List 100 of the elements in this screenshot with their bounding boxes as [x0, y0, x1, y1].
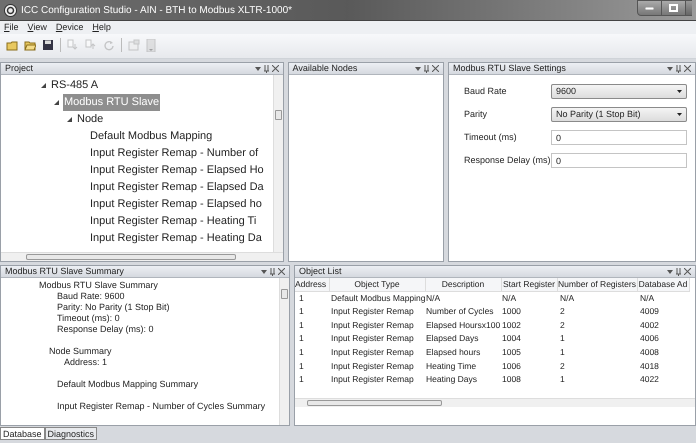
upload-icon: [85, 38, 97, 52]
tree-item[interactable]: Input Register Remap - Number of: [89, 145, 260, 162]
panel-title: Available Nodes: [292, 62, 358, 75]
table-cell-text: 1006: [501, 360, 522, 373]
table-cell-text: Input Register Remap: [330, 318, 415, 332]
table-cell-text: 1: [298, 346, 305, 360]
table-cell-text: 1008: [501, 373, 522, 386]
table-cell-text: 1004: [501, 332, 522, 346]
dropdown[interactable]: 9600: [551, 84, 687, 99]
scroll-thumb[interactable]: [307, 400, 442, 406]
window-title: ICC Configuration Studio - AIN - BTH to Modbus XLTR-1000*: [21, 4, 292, 18]
pin-icon[interactable]: [424, 64, 429, 72]
pin-icon[interactable]: [264, 64, 269, 72]
table-cell-text: 1: [559, 332, 566, 346]
table-cell-text: 4018: [639, 360, 660, 373]
table-cell-text: 1: [298, 360, 305, 373]
table-cell-text: 4009: [639, 305, 660, 318]
tab[interactable]: Diagnostics: [44, 427, 98, 440]
table-cell: Default Modbus Mapping: [329, 291, 425, 305]
tree-item[interactable]: Input Register Remap - Elapsed ho: [89, 196, 263, 213]
tree-item[interactable]: Input Register Remap - Heating Da: [89, 230, 263, 247]
scroll-thumb[interactable]: [281, 289, 288, 299]
new-folder-icon: [6, 38, 18, 52]
input-field[interactable]: 0: [551, 153, 687, 168]
app-logo-icon: [4, 4, 17, 16]
column-header[interactable]: Address: [295, 278, 329, 292]
summary-line: Input Register Remap - Number of Cycles Summary: [56, 401, 266, 412]
maximize-button[interactable]: [662, 0, 686, 16]
input-field[interactable]: 0: [551, 130, 687, 145]
refresh-icon: [103, 38, 115, 52]
table-cell: N/A: [637, 291, 689, 305]
table-cell-text: 1: [559, 346, 566, 360]
table-cell-text: Number of Cycles: [425, 305, 495, 318]
column-header[interactable]: Description: [425, 278, 501, 292]
close-icon[interactable]: [432, 65, 439, 72]
vertical-scrollbar[interactable]: [279, 278, 289, 425]
table-cell: 1: [295, 291, 329, 305]
table-cell: N/A: [557, 291, 637, 305]
save-icon: [42, 38, 54, 52]
column-header[interactable]: Object Type: [329, 278, 425, 292]
table-cell-text: Heating Time: [425, 360, 478, 373]
summary-line: Address: 1: [64, 357, 108, 368]
expanded-arrow-icon[interactable]: [41, 83, 46, 88]
scroll-thumb[interactable]: [26, 254, 236, 260]
table-cell-text: 1000: [501, 305, 522, 318]
summary-line: Modbus RTU Slave Summary: [38, 280, 159, 291]
table-cell-text: 1002: [501, 318, 522, 332]
menu-item[interactable]: Device: [56, 20, 84, 34]
open-folder-icon: [24, 38, 36, 52]
pin-icon[interactable]: [676, 64, 681, 72]
table-cell-text: 1005: [501, 346, 522, 360]
expanded-arrow-icon[interactable]: [67, 117, 72, 122]
toolbar-button[interactable]: [40, 37, 56, 53]
table-cell-text: 4022: [639, 373, 660, 386]
summary-line: Parity: No Parity (1 Stop Bit): [57, 302, 171, 313]
summary-line: Timeout (ms): 0: [57, 313, 121, 324]
dropdown-arrow-icon[interactable]: [261, 270, 267, 274]
expanded-arrow-icon[interactable]: [54, 100, 59, 105]
scroll-thumb[interactable]: [274, 110, 282, 120]
tab[interactable]: Database: [0, 427, 45, 440]
table-cell-text: 4008: [639, 346, 660, 360]
dropdown-arrow-icon[interactable]: [254, 66, 261, 70]
table-cell: N/A: [425, 291, 501, 305]
dropdown-arrow-icon[interactable]: [415, 66, 421, 70]
close-icon[interactable]: [278, 268, 285, 275]
dropdown-arrow-icon: [677, 113, 682, 116]
dropdown-arrow-icon[interactable]: [667, 66, 673, 70]
column-header[interactable]: Database Ad: [637, 278, 689, 292]
table-cell-text: Elapsed hours: [425, 346, 482, 360]
maximize-icon: [669, 4, 678, 12]
minimize-icon: [645, 6, 654, 10]
tree-item[interactable]: Default Modbus Mapping: [89, 128, 214, 145]
download-icon: [67, 38, 79, 52]
tree-item[interactable]: Node: [76, 111, 104, 128]
field-label: Response Delay (ms): [464, 154, 551, 167]
minimize-button[interactable]: [637, 0, 662, 16]
tree-item[interactable]: Input Register Remap - Elapsed Ho: [89, 162, 265, 179]
panel-title: Modbus RTU Slave Summary: [5, 264, 125, 278]
pin-icon[interactable]: [270, 268, 275, 276]
close-icon[interactable]: [684, 268, 691, 275]
menu-item[interactable]: View: [28, 20, 47, 34]
pin-icon[interactable]: [676, 268, 681, 276]
column-header[interactable]: Start Register: [501, 278, 557, 292]
horizontal-scrollbar[interactable]: [295, 398, 695, 407]
vertical-scrollbar[interactable]: [272, 75, 283, 252]
close-icon[interactable]: [272, 65, 279, 72]
dropdown-arrow-icon[interactable]: [667, 270, 673, 274]
menu-item[interactable]: File: [4, 20, 19, 34]
table-cell-text: 2: [559, 305, 566, 318]
table-cell-text: 1: [559, 373, 566, 386]
dropdown[interactable]: No Parity (1 Stop Bit): [551, 107, 687, 122]
close-icon[interactable]: [684, 65, 691, 72]
panel-title: Modbus RTU Slave Settings: [453, 62, 567, 75]
column-header[interactable]: Number of Registers: [557, 278, 637, 292]
table-cell-text: Input Register Remap: [330, 305, 415, 318]
menu-item[interactable]: Help: [92, 20, 111, 34]
tree-item[interactable]: Input Register Remap - Heating Ti: [89, 213, 258, 230]
tree-item[interactable]: Input Register Remap - Elapsed Da: [89, 179, 265, 196]
horizontal-scrollbar[interactable]: [1, 252, 283, 261]
tree-item[interactable]: RS-485 A: [50, 77, 100, 94]
